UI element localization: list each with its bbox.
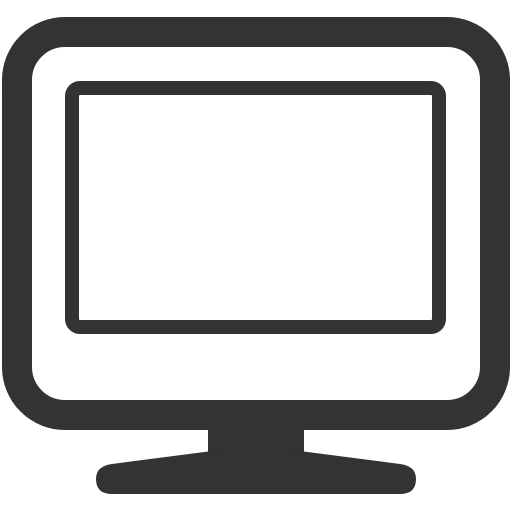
monitor-stand-neck [208, 415, 304, 455]
monitor-icon-canvas [0, 0, 512, 512]
monitor-screen [65, 81, 446, 334]
monitor-stand-base [96, 450, 416, 494]
monitor-icon [2, 17, 510, 494]
